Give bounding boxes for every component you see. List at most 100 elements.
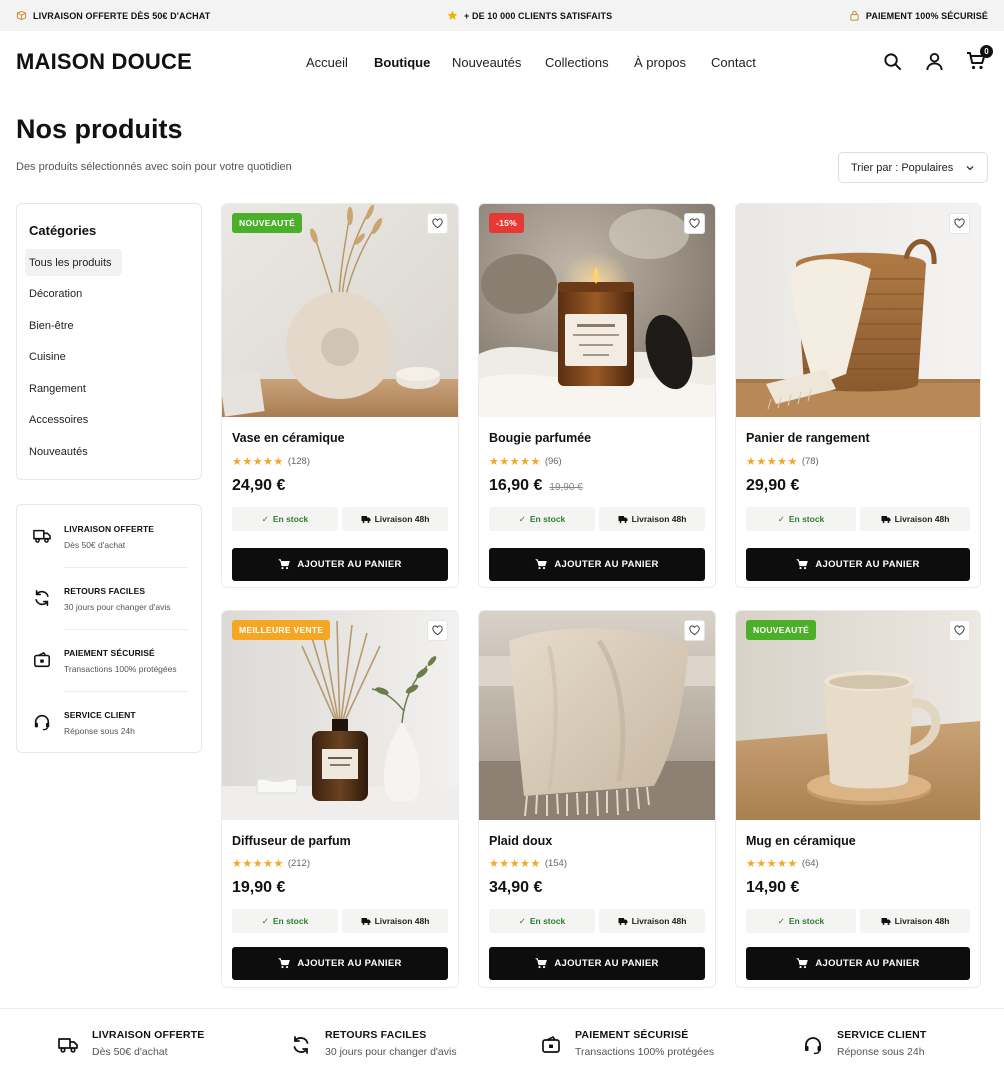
old-price: 19,90 €	[549, 482, 583, 493]
review-count: (78)	[801, 456, 819, 467]
category-item-rangement[interactable]: Rangement	[25, 375, 195, 402]
category-item-nouveautes[interactable]: Nouveautés	[25, 438, 195, 465]
service-subtitle: Réponse sous 24h	[64, 726, 135, 736]
chevron-down-icon	[966, 165, 974, 170]
wishlist-button[interactable]	[427, 620, 448, 641]
candle-image[interactable]	[479, 204, 715, 417]
site-logo[interactable]: MAISON DOUCE	[16, 49, 192, 75]
product-card[interactable]: NOUVEAUTÉ Vase en céramique ★★★★★ (128) …	[221, 203, 459, 588]
mug-image[interactable]	[736, 611, 980, 820]
category-item-decoration[interactable]: Décoration	[25, 281, 195, 308]
product-name[interactable]: Diffuseur de parfum	[232, 834, 351, 848]
product-card[interactable]: Plaid doux ★★★★★ (154) 34,90 € ✓ En stock…	[478, 610, 716, 988]
basket-image[interactable]	[736, 204, 980, 417]
footer-service-subtitle: Dès 50€ d'achat	[92, 1046, 168, 1058]
main-nav: Accueil Boutique Nouveautés Collections …	[306, 55, 756, 70]
product-rating: ★★★★★ (96)	[489, 455, 562, 468]
product-rating: ★★★★★ (64)	[746, 857, 819, 870]
add-to-cart-button[interactable]: AJOUTER AU PANIER	[746, 947, 970, 980]
sort-dropdown[interactable]: Trier par : Populaires	[838, 152, 988, 183]
product-card[interactable]: MEILLEURE VENTE Diffuseur de parfum ★★★★…	[221, 610, 459, 988]
cart-icon	[796, 559, 809, 570]
product-card[interactable]: NOUVEAUTÉ Mug en céramique ★★★★★ (64) 14…	[735, 610, 981, 988]
sort-label: Trier par : Populaires	[851, 161, 954, 174]
nav-a-propos[interactable]: À propos	[634, 55, 711, 70]
product-info-chips: ✓ En stock Livraison 48h	[746, 507, 970, 531]
current-price: 19,90 €	[232, 879, 286, 896]
wishlist-button[interactable]	[949, 620, 970, 641]
stock-chip: ✓ En stock	[489, 909, 595, 933]
category-item-bien-etre[interactable]: Bien-être	[25, 312, 195, 339]
product-name[interactable]: Vase en céramique	[232, 431, 345, 445]
nav-accueil[interactable]: Accueil	[306, 55, 374, 70]
product-name[interactable]: Panier de rangement	[746, 431, 870, 445]
category-item-cuisine[interactable]: Cuisine	[25, 344, 195, 371]
current-price: 34,90 €	[489, 879, 543, 896]
add-to-cart-button[interactable]: AJOUTER AU PANIER	[232, 548, 448, 581]
add-to-cart-label: AJOUTER AU PANIER	[554, 958, 659, 969]
service-title: RETOURS FACILES	[64, 586, 146, 596]
review-count: (128)	[287, 456, 310, 467]
product-price: 14,90 €	[746, 879, 799, 897]
truck-icon	[881, 917, 891, 925]
delivery-chip: Livraison 48h	[860, 909, 970, 933]
nav-collections[interactable]: Collections	[545, 55, 634, 70]
stock-chip: ✓ En stock	[746, 909, 856, 933]
nav-boutique[interactable]: Boutique	[374, 55, 452, 70]
product-price: 34,90 €	[489, 879, 542, 897]
nav-contact[interactable]: Contact	[711, 55, 756, 70]
delivery-label: Livraison 48h	[631, 916, 687, 926]
stock-chip: ✓ En stock	[232, 507, 338, 531]
services-panel: LIVRAISON OFFERTE Dès 50€ d'achat RETOUR…	[16, 504, 202, 753]
star-icon	[447, 10, 458, 21]
headset-icon	[805, 1037, 821, 1055]
truck-icon	[58, 1038, 78, 1053]
wishlist-button[interactable]	[684, 213, 705, 234]
service-payment: PAIEMENT SÉCURISÉ Transactions 100% prot…	[17, 629, 203, 691]
categories-title: Catégories	[29, 223, 97, 238]
product-card[interactable]: Panier de rangement ★★★★★ (78) 29,90 € ✓…	[735, 203, 981, 588]
vase-image[interactable]	[222, 204, 458, 417]
category-item-accessoires[interactable]: Accessoires	[25, 407, 195, 434]
site-header: MAISON DOUCE Accueil Boutique Nouveautés…	[0, 31, 1004, 93]
announcement-shipping-text: LIVRAISON OFFERTE DÈS 50€ D'ACHAT	[33, 10, 211, 21]
check-icon: ✓	[777, 915, 785, 926]
add-to-cart-button[interactable]: AJOUTER AU PANIER	[746, 548, 970, 581]
blanket-image[interactable]	[479, 611, 715, 820]
rating-stars: ★★★★★	[746, 858, 798, 870]
add-to-cart-button[interactable]: AJOUTER AU PANIER	[489, 947, 705, 980]
diffuser-image[interactable]	[222, 611, 458, 820]
product-info-chips: ✓ En stock Livraison 48h	[489, 507, 705, 531]
account-button[interactable]	[924, 51, 944, 71]
cart-icon	[796, 958, 809, 969]
add-to-cart-button[interactable]: AJOUTER AU PANIER	[489, 548, 705, 581]
product-name[interactable]: Plaid doux	[489, 834, 552, 848]
add-to-cart-button[interactable]: AJOUTER AU PANIER	[232, 947, 448, 980]
stock-chip: ✓ En stock	[232, 909, 338, 933]
category-item-tous-les-produits[interactable]: Tous les produits	[25, 249, 122, 276]
delivery-label: Livraison 48h	[894, 514, 950, 524]
truck-icon	[881, 515, 891, 523]
delivery-label: Livraison 48h	[374, 514, 430, 524]
current-price: 24,90 €	[232, 477, 286, 494]
wishlist-button[interactable]	[949, 213, 970, 234]
product-name[interactable]: Mug en céramique	[746, 834, 856, 848]
review-count: (96)	[544, 456, 562, 467]
service-returns: RETOURS FACILES 30 jours pour changer d'…	[17, 567, 203, 629]
heart-icon	[689, 625, 700, 636]
delivery-label: Livraison 48h	[894, 916, 950, 926]
announcement-payment: PAIEMENT 100% SÉCURISÉ	[849, 10, 988, 21]
cart-button[interactable]: 0	[966, 45, 993, 71]
product-price: 16,90 € 19,90 €	[489, 477, 583, 495]
nav-nouveautes[interactable]: Nouveautés	[452, 55, 545, 70]
current-price: 14,90 €	[746, 879, 800, 896]
page-title: Nos produits	[16, 114, 183, 144]
wishlist-button[interactable]	[427, 213, 448, 234]
search-button[interactable]	[882, 51, 902, 71]
wishlist-button[interactable]	[684, 620, 705, 641]
check-icon: ✓	[777, 513, 785, 524]
product-card[interactable]: -15% Bougie parfumée ★★★★★ (96) 16,90 € …	[478, 203, 716, 588]
product-name[interactable]: Bougie parfumée	[489, 431, 591, 445]
stock-label: En stock	[529, 514, 566, 524]
secure-wallet-icon	[542, 1035, 560, 1053]
